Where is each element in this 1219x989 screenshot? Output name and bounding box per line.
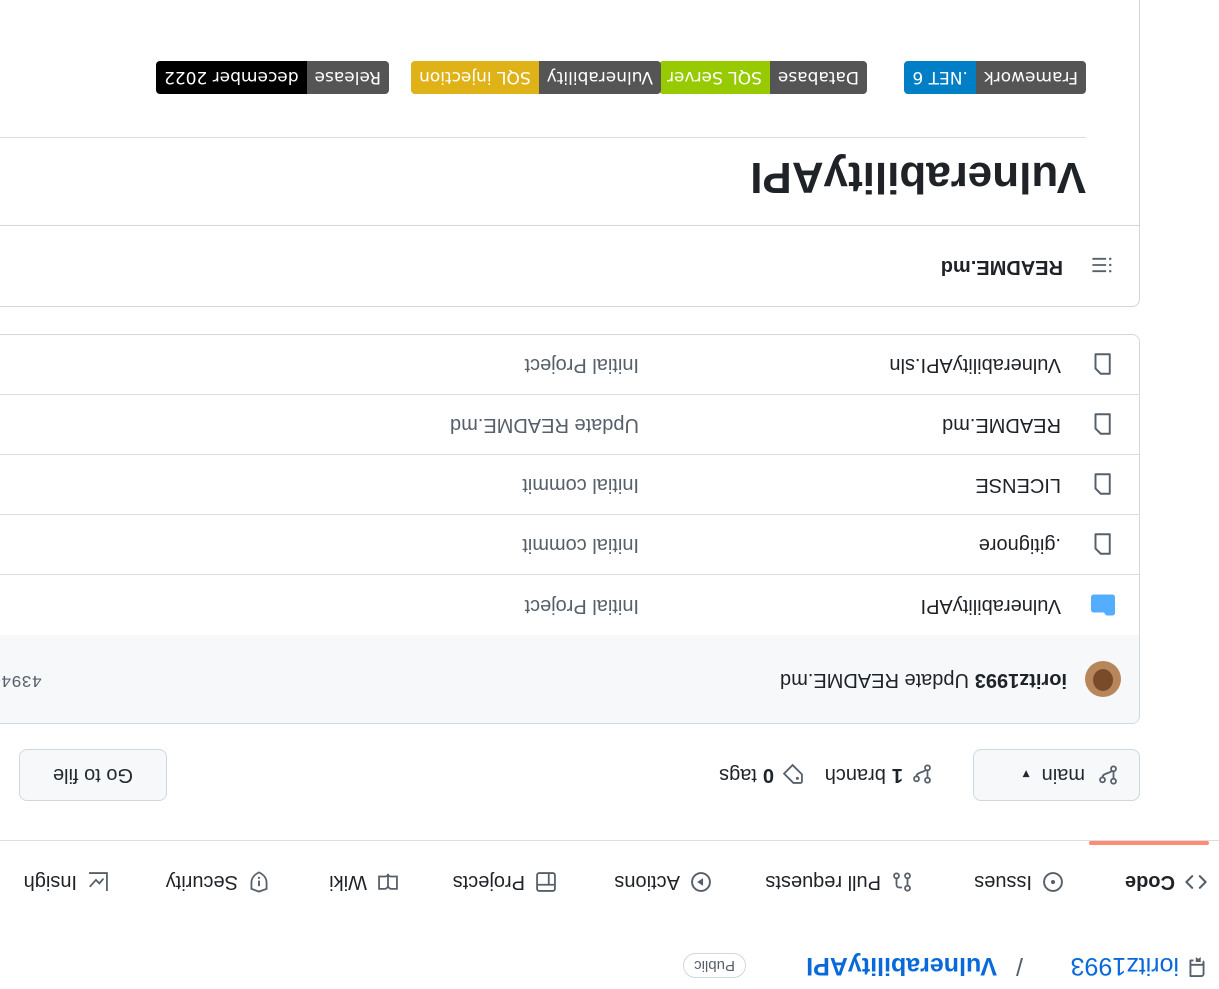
file-commit-message-link[interactable]: Update README.md [450,413,639,436]
tab-label: Actions [614,871,680,894]
badge-value: SQL Server [659,61,770,94]
graph-icon [89,872,108,891]
file-commit-message-link[interactable]: Initial Project [525,353,640,376]
list-unordered-icon[interactable] [1091,254,1113,276]
tab-label: Code [1125,871,1175,894]
avatar[interactable] [1085,661,1121,697]
readme-title: VulnerabilityAPI [750,153,1086,202]
visibility-badge: Public [683,953,746,978]
git-branch-icon [1099,765,1117,785]
branches-link[interactable]: 1 branch [825,763,933,786]
file-name-link[interactable]: .gitignore [979,533,1061,556]
tab-label: Pull requests [765,871,881,894]
issue-opened-icon [1043,872,1063,892]
file-name-link[interactable]: README.md [942,413,1061,436]
book-icon [378,873,398,890]
badge-release: Release december 2022 [156,61,389,94]
commit-message-link[interactable]: Update README.md [780,668,969,691]
file-name-link[interactable]: VulnerabilityAPI.sln [889,353,1061,376]
commit-author-link[interactable]: ioritz1993 [975,668,1067,691]
file-icon [1094,353,1111,375]
badge-value: .NET 6 [904,61,976,94]
file-icon [1094,473,1111,495]
badge-label: Release [306,61,389,94]
file-row[interactable]: VulnerabilityAPI.sln Initial Project [0,335,1139,395]
go-to-file-button[interactable]: Go to file [19,749,167,801]
commit-sha-link[interactable]: 4394d4f 46 [0,670,42,689]
folder-icon [1091,594,1115,616]
table-icon [536,872,556,892]
tab-issues[interactable]: Issues [974,867,1064,897]
tag-icon [782,764,803,785]
file-name-link[interactable]: LICENSE [975,473,1061,496]
repo-owner-link[interactable]: ioritz1993 [1071,951,1179,980]
branch-count-label: branch [824,764,886,786]
caret-down-icon: ▾ [1022,767,1030,784]
tab-insights[interactable]: Insigh [24,867,109,897]
file-name-link[interactable]: VulnerabilityAPI [921,594,1061,617]
branch-name: main [1041,764,1085,787]
file-commit-message-link[interactable]: Initial Project [525,594,640,617]
tab-label: Projects [452,871,525,894]
tab-pull-requests[interactable]: Pull requests [765,867,913,897]
file-browser: ioritz1993 Update README.md 4394d4f 46 V… [0,334,1140,724]
repo-icon [1189,957,1205,977]
readme-panel: README.md VulnerabilityAPI Framework .NE… [0,0,1140,307]
readme-filename: README.md [940,256,1063,278]
badge-vulnerability: Vulnerability SQL injection [411,61,661,94]
badge-value: december 2022 [156,61,307,94]
file-row[interactable]: .gitignore Initial commit [0,515,1139,575]
tab-projects[interactable]: Projects [453,867,557,897]
file-row[interactable]: VulnerabilityAPI Initial Project [0,575,1139,635]
tab-label: Insigh [23,871,77,894]
file-commit-message-link[interactable]: Initial commit [522,473,639,496]
readme-header: README.md [0,225,1139,306]
tab-security[interactable]: Security [166,867,270,897]
branch-select-button[interactable]: main ▾ [973,749,1140,801]
tag-count-label: tags [719,764,757,786]
repo-name-link[interactable]: VulnerabilityAPI [806,951,997,980]
file-icon [1094,533,1111,555]
repo-header: ioritz1993 / VulnerabilityAPI Public [0,939,1219,989]
code-icon [1185,875,1207,889]
tab-code[interactable]: Code [1125,867,1207,897]
tags-link[interactable]: 0 tags [719,763,804,786]
file-commit-message-link[interactable]: Initial commit [522,533,639,556]
tab-label: Security [165,871,238,894]
tab-actions[interactable]: Actions [614,867,712,897]
shield-icon [250,871,268,893]
repo-path-separator: / [1016,952,1023,980]
tab-label: Issues [974,871,1032,894]
badge-label: Framework [975,61,1086,94]
badge-database: Database SQL Server [659,61,867,94]
play-icon [691,872,711,892]
badge-label: Vulnerability [538,61,661,94]
tag-count: 0 [762,764,774,786]
git-pull-request-icon [893,872,911,892]
active-tab-underline [1089,841,1209,845]
tab-label: Wiki [329,871,367,894]
github-repo-page: ioritz1993 / VulnerabilityAPI Public Cod… [0,0,1219,989]
latest-commit-bar: ioritz1993 Update README.md 4394d4f 46 [0,634,1139,723]
git-branch-icon [913,764,931,785]
tab-wiki[interactable]: Wiki [329,867,399,897]
badge-framework: Framework .NET 6 [904,61,1086,94]
file-icon [1094,413,1111,435]
badge-value: SQL injection [411,61,539,94]
repo-nav-tabs: Code Issues Pull requests Actions Projec… [0,840,1219,919]
file-row[interactable]: LICENSE Initial commit [0,455,1139,515]
file-row[interactable]: README.md Update README.md [0,395,1139,455]
readme-divider [0,137,1086,138]
branch-count: 1 [891,764,903,786]
badge-label: Database [769,61,867,94]
